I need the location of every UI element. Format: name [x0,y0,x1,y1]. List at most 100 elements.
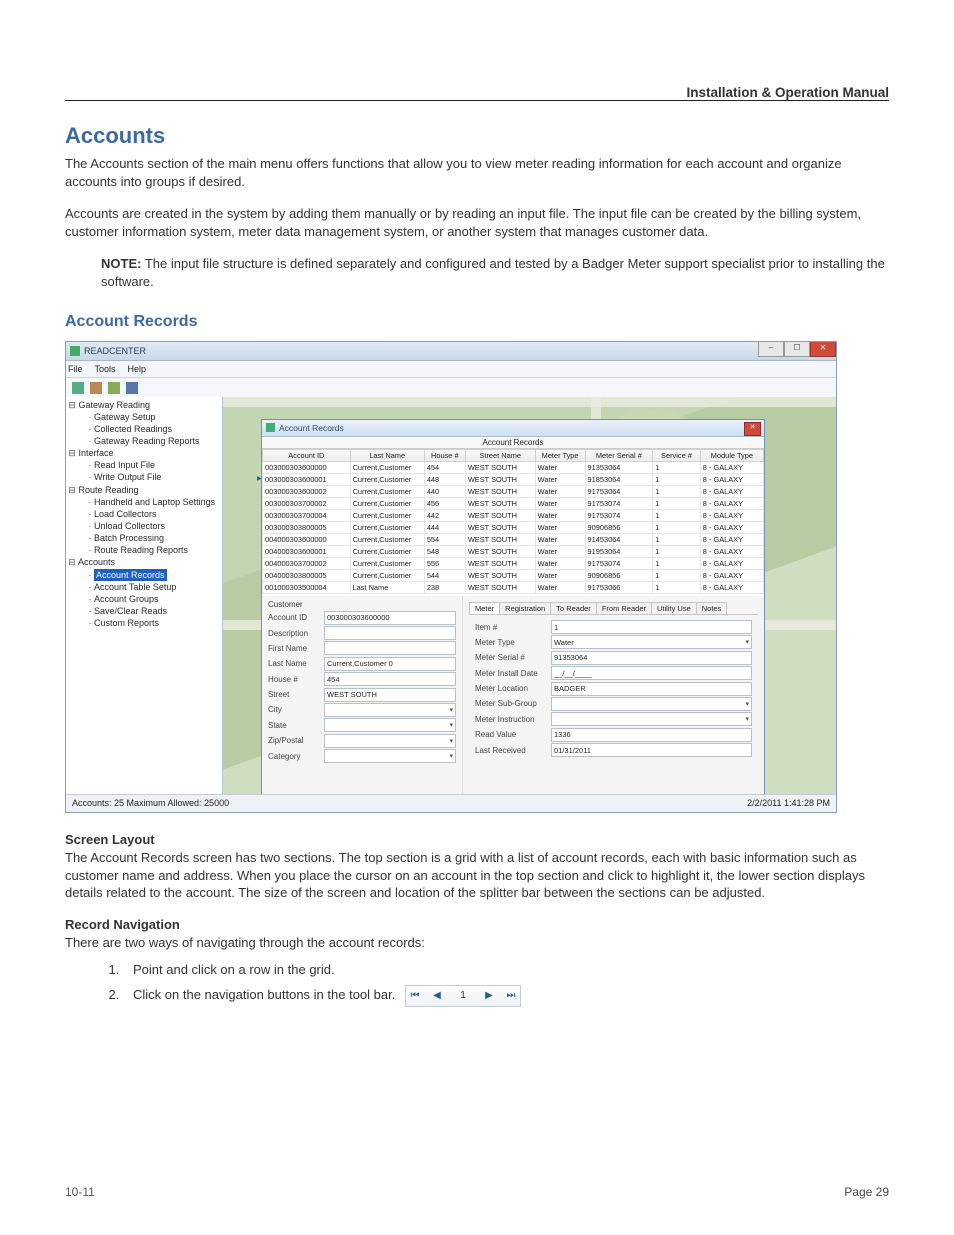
toolbar-icon-3[interactable] [108,382,120,394]
customer-panel: Customer Account ID003000303600000Descri… [262,596,462,800]
tree-item[interactable]: · Account Table Setup [86,581,220,593]
detail-panel: Customer Account ID003000303600000Descri… [262,596,764,800]
toolbar-icon-1[interactable] [72,382,84,394]
field-input[interactable]: 1 [551,620,752,634]
field-input[interactable] [551,712,752,726]
field-label: Item # [475,623,547,632]
column-header[interactable]: Module Type [700,449,763,461]
field-input[interactable] [324,703,456,717]
window-maximize[interactable]: ☐ [784,342,810,357]
field-label: State [268,721,320,730]
field-input[interactable]: 01/31/2011 [551,743,752,757]
tree-item[interactable]: · Batch Processing [86,532,220,544]
main-toolbar [66,378,836,399]
meter-panel: MeterRegistrationTo ReaderFrom ReaderUti… [462,596,764,800]
customer-field: Description [268,626,456,640]
meter-tab[interactable]: Utility Use [651,602,697,614]
meter-tab[interactable]: Notes [696,602,728,614]
table-row[interactable]: 004000303600001Current,Customer548WEST S… [263,545,764,557]
tree-item[interactable]: ⊟ Accounts [68,556,220,568]
nav-last-icon[interactable]: ⏭ [504,986,518,1005]
meter-tab[interactable]: From Reader [596,602,652,614]
field-input[interactable] [551,697,752,711]
meter-field: Item # 1 [475,620,752,634]
meter-field: Meter Instruction [475,712,752,726]
table-row[interactable]: 001000303500004Last Name238WEST SOUTHWat… [263,581,764,593]
subwindow-close[interactable]: ✕ [744,422,761,436]
table-row[interactable]: 004000303600000Current,Customer554WEST S… [263,533,764,545]
field-input[interactable] [324,749,456,763]
nav-first-icon[interactable]: ⏮ [408,986,422,1005]
column-header[interactable]: Last Name [350,449,424,461]
column-header[interactable]: Meter Type [535,449,585,461]
window-minimize[interactable]: – [758,342,784,357]
tree-item[interactable]: ⊟ Route Reading [68,484,220,496]
record-nav-text: There are two ways of navigating through… [65,935,425,950]
field-input[interactable]: 91353064 [551,651,752,665]
field-label: Category [268,752,320,761]
field-input[interactable]: 1336 [551,728,752,742]
record-nav-para: Record Navigation There are two ways of … [65,916,889,952]
customer-field: StreetWEST SOUTH [268,688,456,702]
nav-next-icon[interactable]: ▶ [482,986,496,1005]
field-input[interactable] [324,718,456,732]
nav-prev-icon[interactable]: ◀ [430,986,444,1005]
field-input[interactable]: Current,Customer 0 [324,657,456,671]
table-row[interactable]: 003000303600000Current,Customer454WEST S… [263,461,764,473]
column-header[interactable]: Account ID [263,449,351,461]
field-input[interactable]: BADGER [551,682,752,696]
tree-item[interactable]: · Custom Reports [86,617,220,629]
grid-banner: Account Records [262,437,764,449]
tree-item[interactable]: · Route Reading Reports [86,544,220,556]
field-label: Meter Type [475,638,547,647]
section-para-2: Accounts are created in the system by ad… [65,205,889,241]
tree-item[interactable]: · Gateway Setup [86,411,220,423]
tree-item[interactable]: · Gateway Reading Reports [86,435,220,447]
menu-tools[interactable]: Tools [95,364,116,374]
table-row[interactable]: 003000303800005Current,Customer444WEST S… [263,521,764,533]
field-input[interactable] [324,641,456,655]
field-input[interactable] [324,734,456,748]
field-input[interactable]: WEST SOUTH [324,688,456,702]
field-input[interactable]: 003000303600000 [324,611,456,625]
tree-item[interactable]: · Read Input File [86,459,220,471]
app-icon [70,346,80,356]
tree-item[interactable]: · Account Records [86,569,220,581]
section-title: Accounts [65,123,889,149]
table-row[interactable]: 003000303600001Current,Customer448WEST S… [263,473,764,485]
tree-item[interactable]: ⊟ Gateway Reading [68,399,220,411]
customer-field: Last NameCurrent,Customer 0 [268,657,456,671]
table-row[interactable]: 004000303700002Current,Customer556WEST S… [263,557,764,569]
column-header[interactable]: Street Name [465,449,535,461]
field-input[interactable]: __/__/____ [551,666,752,680]
tree-item[interactable]: · Handheld and Laptop Settings [86,496,220,508]
tree-item[interactable]: · Account Groups [86,593,220,605]
meter-tab[interactable]: To Reader [550,602,597,614]
field-input[interactable]: 454 [324,672,456,686]
tree-item[interactable]: · Load Collectors [86,508,220,520]
menu-help[interactable]: Help [128,364,147,374]
tree-item[interactable]: · Collected Readings [86,423,220,435]
toolbar-icon-2[interactable] [90,382,102,394]
column-header[interactable]: Service # [653,449,701,461]
menu-file[interactable]: File [68,364,83,374]
table-row[interactable]: 003000303700004Current,Customer442WEST S… [263,509,764,521]
field-input[interactable] [324,626,456,640]
column-header[interactable]: Meter Serial # [585,449,653,461]
table-row[interactable]: 003000303600002Current,Customer440WEST S… [263,485,764,497]
customer-heading: Customer [268,600,456,609]
column-header[interactable]: House # [424,449,465,461]
table-row[interactable]: 004000303800005Current,Customer544WEST S… [263,569,764,581]
records-grid[interactable]: Account Records Account IDLast NameHouse… [262,437,764,598]
toolbar-icon-4[interactable] [126,382,138,394]
tree-item[interactable]: ⊟ Interface [68,447,220,459]
field-input[interactable]: Water [551,635,752,649]
meter-tab[interactable]: Meter [469,602,500,614]
tree-item[interactable]: · Save/Clear Reads [86,605,220,617]
window-close[interactable]: ✕ [810,342,836,357]
table-row[interactable]: 003000303700002Current,Customer456WEST S… [263,497,764,509]
meter-tab[interactable]: Registration [499,602,551,614]
tree-item[interactable]: · Unload Collectors [86,520,220,532]
screen-layout-para: Screen Layout The Account Records screen… [65,831,889,903]
tree-item[interactable]: · Write Output File [86,471,220,483]
